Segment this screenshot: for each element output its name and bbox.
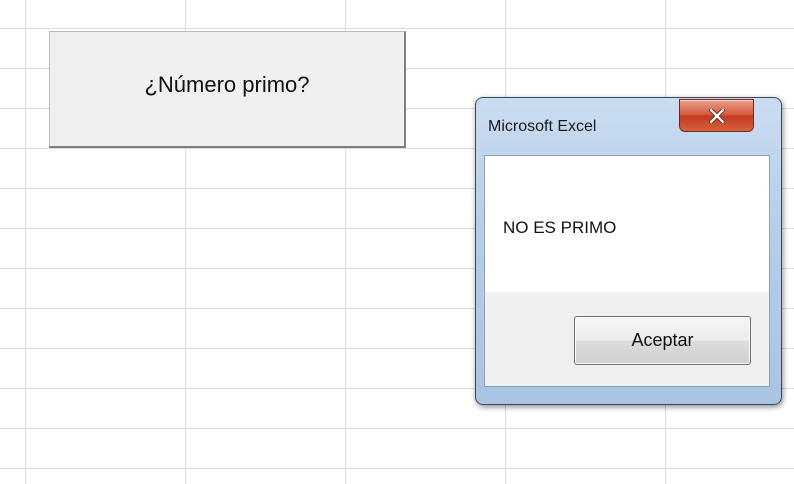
close-button[interactable] xyxy=(679,99,754,132)
dialog-title: Microsoft Excel xyxy=(488,118,597,135)
is-prime-button[interactable]: ¿Número primo? xyxy=(49,31,406,148)
message-box-dialog: Microsoft Excel NO ES PRIMO Aceptar xyxy=(475,97,782,405)
is-prime-button-label: ¿Número primo? xyxy=(144,72,310,97)
message-area: NO ES PRIMO xyxy=(485,156,769,292)
ok-button[interactable]: Aceptar xyxy=(574,316,751,365)
ok-button-label: Aceptar xyxy=(631,330,694,350)
close-x-icon xyxy=(708,108,725,123)
message-text: NO ES PRIMO xyxy=(503,218,617,237)
dialog-client-area: NO ES PRIMO Aceptar xyxy=(484,155,770,387)
